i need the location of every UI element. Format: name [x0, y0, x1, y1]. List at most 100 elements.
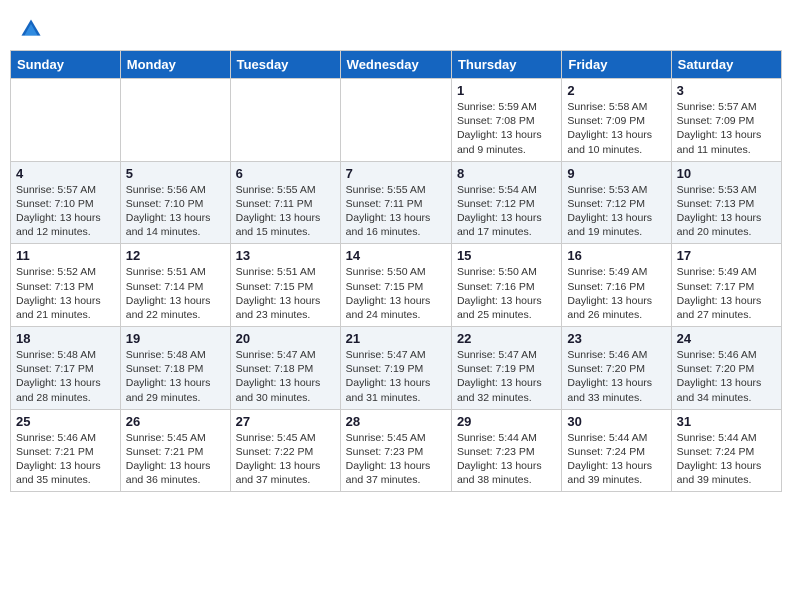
day-number: 4: [16, 166, 115, 181]
day-info: Sunrise: 5:46 AMSunset: 7:20 PMDaylight:…: [677, 348, 776, 405]
day-number: 16: [567, 248, 665, 263]
weekday-header-sunday: Sunday: [11, 51, 121, 79]
day-number: 10: [677, 166, 776, 181]
day-info: Sunrise: 5:53 AMSunset: 7:13 PMDaylight:…: [677, 183, 776, 240]
day-info: Sunrise: 5:47 AMSunset: 7:18 PMDaylight:…: [236, 348, 335, 405]
day-number: 31: [677, 414, 776, 429]
day-cell: 9 Sunrise: 5:53 AMSunset: 7:12 PMDaylight…: [562, 161, 671, 244]
day-cell: 7Sunrise: 5:55 AMSunset: 7:11 PMDaylight…: [340, 161, 451, 244]
week-row-2: 4 Sunrise: 5:57 AMSunset: 7:10 PMDaylight…: [11, 161, 782, 244]
logo: [20, 18, 44, 40]
day-info: Sunrise: 5:57 AMSunset: 7:09 PMDaylight:…: [677, 100, 776, 157]
day-info: Sunrise: 5:58 AMSunset: 7:09 PMDaylight:…: [567, 100, 665, 157]
day-info: Sunrise: 5:50 AMSunset: 7:15 PMDaylight:…: [346, 265, 446, 322]
day-number: 5: [126, 166, 225, 181]
day-info: Sunrise: 5:44 AMSunset: 7:24 PMDaylight:…: [567, 431, 665, 488]
day-cell: [120, 79, 230, 162]
day-cell: 25Sunrise: 5:46 AMSunset: 7:21 PMDayligh…: [11, 409, 121, 492]
day-info: Sunrise: 5:48 AMSunset: 7:18 PMDaylight:…: [126, 348, 225, 405]
day-cell: 26 Sunrise: 5:45 AMSunset: 7:21 PMDayligh…: [120, 409, 230, 492]
day-number: 26: [126, 414, 225, 429]
weekday-header-monday: Monday: [120, 51, 230, 79]
day-cell: 4 Sunrise: 5:57 AMSunset: 7:10 PMDaylight…: [11, 161, 121, 244]
day-cell: [230, 79, 340, 162]
day-number: 30: [567, 414, 665, 429]
day-number: 21: [346, 331, 446, 346]
day-info: Sunrise: 5:45 AMSunset: 7:21 PMDaylight:…: [126, 431, 225, 488]
day-number: 28: [346, 414, 446, 429]
day-number: 2: [567, 83, 665, 98]
day-info: Sunrise: 5:53 AMSunset: 7:12 PMDaylight:…: [567, 183, 665, 240]
day-info: Sunrise: 5:56 AMSunset: 7:10 PMDaylight:…: [126, 183, 225, 240]
day-number: 18: [16, 331, 115, 346]
day-number: 22: [457, 331, 556, 346]
day-info: Sunrise: 5:48 AMSunset: 7:17 PMDaylight:…: [16, 348, 115, 405]
day-cell: 29 Sunrise: 5:44 AMSunset: 7:23 PMDayligh…: [451, 409, 561, 492]
weekday-header-thursday: Thursday: [451, 51, 561, 79]
day-cell: 8Sunrise: 5:54 AMSunset: 7:12 PMDaylight…: [451, 161, 561, 244]
day-number: 15: [457, 248, 556, 263]
day-info: Sunrise: 5:44 AMSunset: 7:24 PMDaylight:…: [677, 431, 776, 488]
day-info: Sunrise: 5:44 AMSunset: 7:23 PMDaylight:…: [457, 431, 556, 488]
day-number: 8: [457, 166, 556, 181]
day-number: 20: [236, 331, 335, 346]
day-info: Sunrise: 5:49 AMSunset: 7:16 PMDaylight:…: [567, 265, 665, 322]
day-cell: 17 Sunrise: 5:49 AMSunset: 7:17 PMDayligh…: [671, 244, 781, 327]
page-header: [10, 10, 782, 44]
day-number: 3: [677, 83, 776, 98]
day-info: Sunrise: 5:52 AMSunset: 7:13 PMDaylight:…: [16, 265, 115, 322]
day-info: Sunrise: 5:51 AMSunset: 7:15 PMDaylight:…: [236, 265, 335, 322]
day-info: Sunrise: 5:46 AMSunset: 7:20 PMDaylight:…: [567, 348, 665, 405]
day-cell: 15 Sunrise: 5:50 AMSunset: 7:16 PMDayligh…: [451, 244, 561, 327]
day-cell: 18 Sunrise: 5:48 AMSunset: 7:17 PMDayligh…: [11, 327, 121, 410]
day-cell: 31 Sunrise: 5:44 AMSunset: 7:24 PMDayligh…: [671, 409, 781, 492]
day-info: Sunrise: 5:45 AMSunset: 7:22 PMDaylight:…: [236, 431, 335, 488]
day-cell: 14 Sunrise: 5:50 AMSunset: 7:15 PMDayligh…: [340, 244, 451, 327]
logo-icon: [20, 18, 42, 40]
weekday-header-tuesday: Tuesday: [230, 51, 340, 79]
day-cell: 2 Sunrise: 5:58 AMSunset: 7:09 PMDaylight…: [562, 79, 671, 162]
calendar-table: SundayMondayTuesdayWednesdayThursdayFrid…: [10, 50, 782, 492]
weekday-header-saturday: Saturday: [671, 51, 781, 79]
day-info: Sunrise: 5:45 AMSunset: 7:23 PMDaylight:…: [346, 431, 446, 488]
day-cell: 12 Sunrise: 5:51 AMSunset: 7:14 PMDayligh…: [120, 244, 230, 327]
day-number: 17: [677, 248, 776, 263]
day-cell: 10 Sunrise: 5:53 AMSunset: 7:13 PMDayligh…: [671, 161, 781, 244]
weekday-header-wednesday: Wednesday: [340, 51, 451, 79]
day-cell: 20 Sunrise: 5:47 AMSunset: 7:18 PMDayligh…: [230, 327, 340, 410]
day-number: 14: [346, 248, 446, 263]
day-info: Sunrise: 5:50 AMSunset: 7:16 PMDaylight:…: [457, 265, 556, 322]
day-cell: 19 Sunrise: 5:48 AMSunset: 7:18 PMDayligh…: [120, 327, 230, 410]
day-number: 12: [126, 248, 225, 263]
day-number: 6: [236, 166, 335, 181]
day-number: 9: [567, 166, 665, 181]
day-number: 13: [236, 248, 335, 263]
day-number: 11: [16, 248, 115, 263]
day-cell: 5 Sunrise: 5:56 AMSunset: 7:10 PMDaylight…: [120, 161, 230, 244]
day-number: 23: [567, 331, 665, 346]
day-number: 1: [457, 83, 556, 98]
day-cell: 28 Sunrise: 5:45 AMSunset: 7:23 PMDayligh…: [340, 409, 451, 492]
day-info: Sunrise: 5:55 AMSunset: 7:11 PMDaylight:…: [236, 183, 335, 240]
day-info: Sunrise: 5:57 AMSunset: 7:10 PMDaylight:…: [16, 183, 115, 240]
day-number: 25: [16, 414, 115, 429]
day-cell: 21Sunrise: 5:47 AMSunset: 7:19 PMDayligh…: [340, 327, 451, 410]
day-cell: 23 Sunrise: 5:46 AMSunset: 7:20 PMDayligh…: [562, 327, 671, 410]
day-cell: 6 Sunrise: 5:55 AMSunset: 7:11 PMDaylight…: [230, 161, 340, 244]
day-number: 29: [457, 414, 556, 429]
day-cell: [11, 79, 121, 162]
week-row-3: 11 Sunrise: 5:52 AMSunset: 7:13 PMDayligh…: [11, 244, 782, 327]
day-number: 27: [236, 414, 335, 429]
day-number: 24: [677, 331, 776, 346]
day-number: 19: [126, 331, 225, 346]
day-cell: 13 Sunrise: 5:51 AMSunset: 7:15 PMDayligh…: [230, 244, 340, 327]
day-info: Sunrise: 5:51 AMSunset: 7:14 PMDaylight:…: [126, 265, 225, 322]
day-cell: 16 Sunrise: 5:49 AMSunset: 7:16 PMDayligh…: [562, 244, 671, 327]
day-number: 7: [346, 166, 446, 181]
day-cell: 30 Sunrise: 5:44 AMSunset: 7:24 PMDayligh…: [562, 409, 671, 492]
day-info: Sunrise: 5:59 AMSunset: 7:08 PMDaylight:…: [457, 100, 556, 157]
day-info: Sunrise: 5:49 AMSunset: 7:17 PMDaylight:…: [677, 265, 776, 322]
day-cell: 24 Sunrise: 5:46 AMSunset: 7:20 PMDayligh…: [671, 327, 781, 410]
day-cell: 27 Sunrise: 5:45 AMSunset: 7:22 PMDayligh…: [230, 409, 340, 492]
day-cell: [340, 79, 451, 162]
